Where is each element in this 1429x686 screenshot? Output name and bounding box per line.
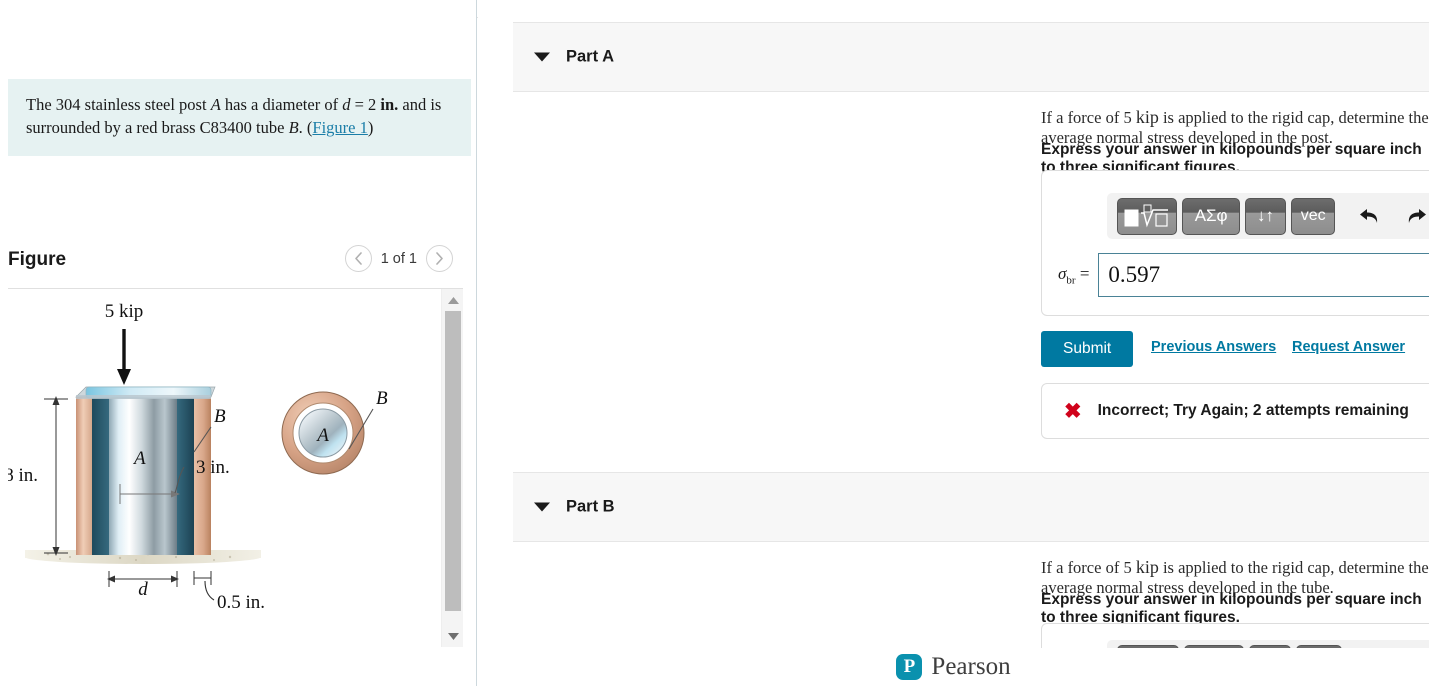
part-a-answer-input[interactable] xyxy=(1098,253,1429,297)
page-root: The 304 stainless steel post A has a dia… xyxy=(0,0,1429,686)
problem-statement-text: The 304 stainless steel post A has a dia… xyxy=(26,93,453,140)
part-a-math-toolbar: ΑΣφ ↓↑ vec xyxy=(1107,193,1429,239)
problem-eq: = 2 xyxy=(350,95,381,114)
math-greek-button[interactable]: ΑΣφ xyxy=(1182,197,1241,235)
section-label-a: A xyxy=(315,425,329,446)
figure-1-link[interactable]: Figure 1 xyxy=(312,118,367,137)
sigma-subscript: br xyxy=(1066,274,1076,287)
part-b-label: Part B xyxy=(566,497,615,516)
figure-body: 5 kip A B 8 in. 3 in. d 0.5 in. A B xyxy=(8,288,463,648)
part-a-previous-answers-link[interactable]: Previous Answers xyxy=(1151,339,1276,355)
math-subsup-button[interactable]: ↓↑ xyxy=(1245,197,1286,235)
pearson-logo-icon: P xyxy=(896,654,923,680)
pearson-brand-text: Pearson xyxy=(931,653,1011,680)
part-a-answer-row: σbr = xyxy=(1058,253,1429,297)
figure-title: Figure xyxy=(8,249,67,270)
triangle-down-icon xyxy=(447,632,459,640)
part-a-question-pre: If a force of 5 xyxy=(1041,108,1136,127)
problem-var-a: A xyxy=(210,95,221,114)
problem-statement-box: The 304 stainless steel post A has a dia… xyxy=(8,79,471,156)
redo-icon xyxy=(1408,209,1426,223)
part-a-feedback-text: Incorrect; Try Again; 2 attempts remaini… xyxy=(1097,402,1409,419)
figure-next-button[interactable] xyxy=(426,245,453,272)
part-a-header[interactable]: Part A xyxy=(513,22,1429,92)
part-b-header[interactable]: Part B xyxy=(513,472,1429,542)
figure-diagram-canvas[interactable]: 5 kip A B 8 in. 3 in. d 0.5 in. A B xyxy=(8,289,441,647)
part-a-question-kip: kip xyxy=(1135,107,1159,127)
figure-prev-button[interactable] xyxy=(344,245,372,272)
part-a-request-answer-link[interactable]: Request Answer xyxy=(1292,339,1405,355)
part-b-question-kip: kip xyxy=(1135,557,1159,577)
caret-down-icon[interactable] xyxy=(534,502,550,512)
undo-button[interactable] xyxy=(1352,200,1385,232)
math-vector-button[interactable]: vec xyxy=(1290,197,1336,235)
redo-button[interactable] xyxy=(1400,200,1429,232)
template-icon xyxy=(1124,204,1169,228)
problem-text-4: . ( xyxy=(298,118,313,138)
section-label-b: B xyxy=(376,388,388,409)
pearson-footer: P Pearson xyxy=(478,648,1429,686)
caret-down-icon[interactable] xyxy=(534,52,550,62)
height-dimension-label: 8 in. xyxy=(8,465,38,486)
chevron-right-icon xyxy=(436,252,443,265)
scrollbar-thumb[interactable] xyxy=(445,311,461,611)
part-a-label: Part A xyxy=(566,47,614,66)
scroll-up-button[interactable] xyxy=(442,291,464,309)
right-panel: Part A If a force of 5 kip is applied to… xyxy=(478,0,1429,686)
post-and-tube-diagram: 5 kip A B 8 in. 3 in. d 0.5 in. A B xyxy=(8,301,388,613)
chevron-left-icon xyxy=(354,252,362,265)
post-label-b: B xyxy=(214,406,226,427)
problem-var-b: B xyxy=(288,118,299,138)
figure-header: Figure 1 of 1 xyxy=(8,245,463,287)
triangle-up-icon xyxy=(447,296,459,304)
thickness-label: 0.5 in. xyxy=(217,592,265,613)
figure-scrollbar[interactable] xyxy=(441,289,463,647)
part-a-submit-button[interactable]: Submit xyxy=(1041,331,1134,367)
left-panel: The 304 stainless steel post A has a dia… xyxy=(0,0,477,686)
diameter-label: d xyxy=(138,579,148,600)
problem-unit-in: in. xyxy=(380,95,399,114)
math-template-button[interactable] xyxy=(1117,197,1178,235)
answer-symbol-label: σbr = xyxy=(1058,264,1089,286)
figure-navigation: 1 of 1 xyxy=(344,245,453,272)
scroll-down-button[interactable] xyxy=(442,627,464,645)
part-a-feedback-box: ✖ Incorrect; Try Again; 2 attempts remai… xyxy=(1041,383,1429,439)
part-b-instruction: Express your answer in kilopounds per sq… xyxy=(1041,591,1422,626)
problem-text-5: ) xyxy=(367,118,374,138)
x-mark-icon: ✖ xyxy=(1064,399,1082,423)
undo-icon xyxy=(1359,209,1378,223)
load-label: 5 kip xyxy=(105,301,144,322)
part-b-question-pre: If a force of 5 xyxy=(1041,558,1136,577)
problem-text-1: The 304 stainless steel post xyxy=(26,95,211,114)
figure-counter: 1 of 1 xyxy=(380,250,417,267)
post-label-a: A xyxy=(132,448,146,469)
part-a-answer-card: ΑΣφ ↓↑ vec σbr = 0.597 xyxy=(1041,170,1429,316)
inner-dimension-label: 3 in. xyxy=(196,457,230,478)
problem-text-2: has a diameter of xyxy=(220,95,343,114)
equals-sign: = xyxy=(1079,263,1090,283)
